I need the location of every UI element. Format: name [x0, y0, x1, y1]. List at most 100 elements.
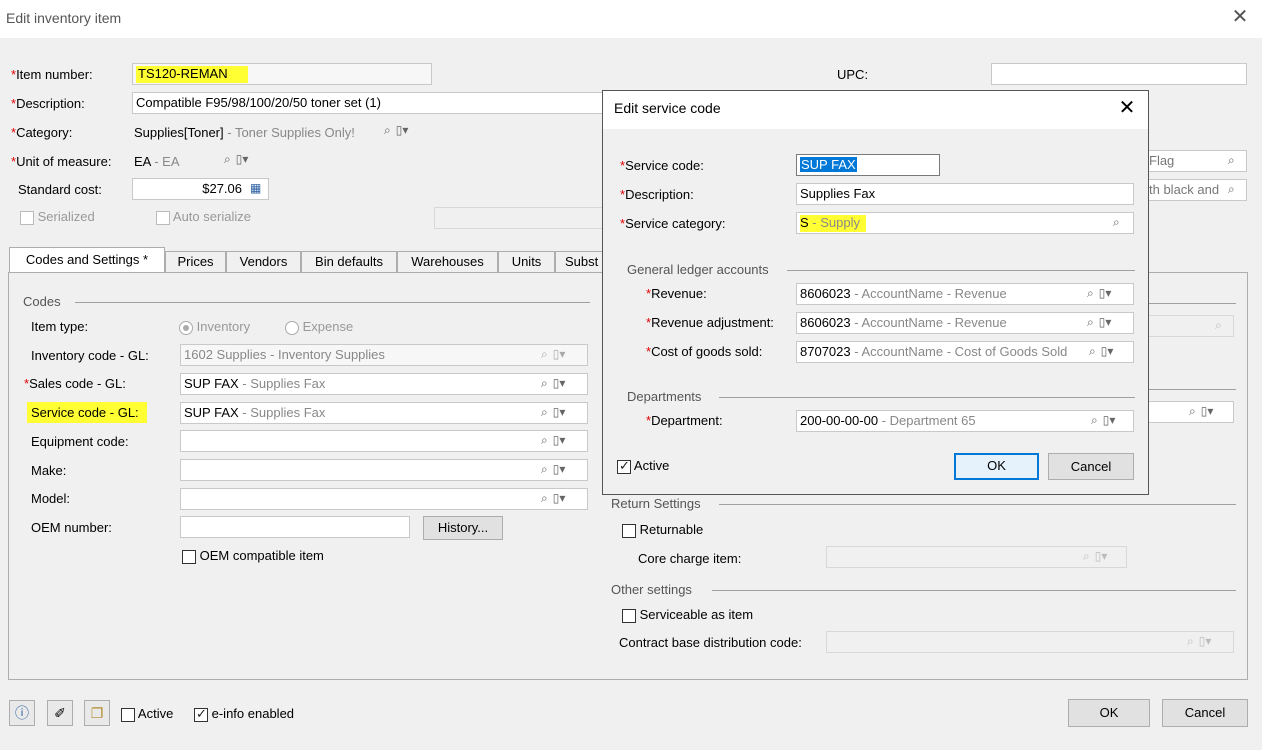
dialog-cancel-button[interactable]: Cancel [1048, 453, 1134, 480]
model-field[interactable]: ⌕ ▯▾ [180, 488, 588, 510]
search-icon[interactable]: ⌕ [541, 491, 548, 506]
core-charge-label: Core charge item: [638, 551, 742, 566]
revenue-input[interactable]: 8606023 - AccountName - Revenue ⌕ ▯▾ [796, 283, 1134, 305]
group-divider [787, 270, 1135, 271]
department-input[interactable]: 200-00-00-00 - Department 65 ⌕ ▯▾ [796, 410, 1134, 432]
item-number-label: *Item number: [11, 67, 93, 82]
search-icon[interactable]: ⌕ [1087, 315, 1094, 330]
search-icon[interactable]: ⌕ [541, 462, 548, 477]
oem-number-label: OEM number: [31, 520, 112, 535]
tab-vendors[interactable]: Vendors [226, 251, 301, 273]
make-field[interactable]: ⌕ ▯▾ [180, 459, 588, 481]
serviceable-checkbox[interactable]: Serviceable as item [622, 607, 753, 623]
codes-group-title: Codes [23, 294, 61, 309]
oem-compatible-checkbox[interactable]: OEM compatible item [182, 548, 324, 564]
auto-serialize-checkbox[interactable]: Auto serialize [156, 209, 251, 225]
department-label: *Department: [646, 413, 723, 428]
search-icon[interactable]: ⌕ [541, 405, 548, 420]
standard-cost-field[interactable]: $27.06 [132, 178, 269, 200]
tab-codes-settings[interactable]: Codes and Settings * [9, 247, 165, 273]
dialog-active-checkbox[interactable]: Active [617, 458, 669, 474]
notes-icon[interactable]: ❐ [84, 700, 110, 726]
search-icon[interactable]: ⌕ [1091, 413, 1098, 428]
group-divider [1148, 389, 1236, 390]
ok-button[interactable]: OK [1068, 699, 1150, 727]
item-number-field[interactable]: TS120-REMAN [132, 63, 432, 85]
disabled-field [434, 207, 604, 229]
flag-dropdown-icon[interactable]: ▯▾ [1101, 344, 1114, 359]
close-icon[interactable]: ✕ [1229, 6, 1251, 28]
oem-number-field[interactable] [180, 516, 410, 538]
search-icon[interactable]: ⌕ [1228, 153, 1235, 168]
search-icon[interactable]: ⌕ [1228, 182, 1235, 197]
description-field[interactable]: Compatible F95/98/100/20/50 toner set (1… [132, 92, 607, 114]
search-icon[interactable]: ⌕ [1087, 286, 1094, 301]
cancel-button[interactable]: Cancel [1162, 699, 1248, 727]
tab-warehouses[interactable]: Warehouses [397, 251, 498, 273]
flag-dropdown-icon[interactable]: ▯▾ [553, 405, 566, 420]
search-icon[interactable]: ⌕ [1089, 344, 1096, 359]
flag-dropdown-icon[interactable]: ▯▾ [553, 433, 566, 448]
tab-units[interactable]: Units [498, 251, 555, 273]
contract-base-label: Contract base distribution code: [619, 635, 802, 650]
cogs-input[interactable]: 8707023 - AccountName - Cost of Goods So… [796, 341, 1134, 363]
flag-dropdown-icon[interactable]: ▯▾ [236, 152, 249, 167]
revenue-label: *Revenue: [646, 286, 707, 301]
close-icon[interactable]: ✕ [1116, 97, 1138, 119]
service-code-input[interactable]: SUP FAX [796, 154, 940, 176]
revenue-adjustment-input[interactable]: 8606023 - AccountName - Revenue ⌕ ▯▾ [796, 312, 1134, 334]
tab-substitutes[interactable]: Subst [555, 251, 607, 273]
item-type-label: Item type: [31, 319, 89, 334]
returnable-checkbox[interactable]: Returnable [622, 522, 703, 538]
service-code-field[interactable]: SUP FAX - Supplies Fax ⌕ ▯▾ [180, 402, 588, 424]
search-icon[interactable]: ⌕ [384, 123, 391, 138]
right-field-1[interactable]: Flag ⌕ [1145, 150, 1247, 172]
search-icon[interactable]: ⌕ [1113, 215, 1120, 230]
flag-dropdown-icon[interactable]: ▯▾ [553, 376, 566, 391]
upc-field[interactable] [991, 63, 1247, 85]
serialized-checkbox[interactable]: Serialized [20, 209, 95, 225]
dialog-ok-button[interactable]: OK [954, 453, 1039, 480]
flag-dropdown-icon[interactable]: ▯▾ [1103, 413, 1116, 428]
sales-code-label: *Sales code - GL: [24, 376, 126, 391]
category-field[interactable]: Supplies[Toner] - Toner Supplies Only! ⌕… [134, 123, 434, 145]
flag-dropdown-icon[interactable]: ▯▾ [396, 123, 409, 138]
flag-dropdown-icon[interactable]: ▯▾ [553, 491, 566, 506]
flag-dropdown-icon[interactable]: ▯▾ [1201, 404, 1214, 419]
calculator-icon[interactable]: ▦ [250, 181, 261, 195]
return-settings-title: Return Settings [611, 496, 701, 511]
radio-inventory[interactable]: Inventory [179, 319, 250, 335]
make-label: Make: [31, 463, 67, 478]
group-divider [712, 590, 1236, 591]
upc-label: UPC: [837, 67, 869, 82]
tab-prices[interactable]: Prices [165, 251, 226, 273]
flag-dropdown-icon[interactable]: ▯▾ [1099, 286, 1112, 301]
einfo-checkbox[interactable]: e-info enabled [194, 706, 294, 722]
search-icon[interactable]: ⌕ [541, 376, 548, 391]
hidden-field[interactable]: ⌕ ▯▾ [1148, 401, 1234, 423]
history-button[interactable]: History... [423, 516, 503, 540]
right-field-2[interactable]: th black and ⌕ [1145, 179, 1247, 201]
group-divider [719, 504, 1236, 505]
uom-field[interactable]: EA - EA ⌕ ▯▾ [134, 152, 274, 174]
description-input[interactable]: Supplies Fax [796, 183, 1134, 205]
tab-bin-defaults[interactable]: Bin defaults [301, 251, 397, 273]
search-icon[interactable]: ⌕ [1189, 404, 1196, 419]
departments-group-title: Departments [627, 389, 702, 404]
standard-cost-label: Standard cost: [18, 182, 102, 197]
service-category-input[interactable]: S - Supply ⌕ [796, 212, 1134, 234]
paperclip-icon[interactable]: ✐ [47, 700, 73, 726]
gl-group-title: General ledger accounts [627, 262, 769, 277]
flag-dropdown-icon[interactable]: ▯▾ [553, 462, 566, 477]
search-icon: ⌕ [1187, 634, 1194, 648]
search-icon[interactable]: ⌕ [541, 433, 548, 448]
active-checkbox[interactable]: Active [121, 706, 173, 722]
inventory-code-field[interactable]: 1602 Supplies - Inventory Supplies ⌕ ▯▾ [180, 344, 588, 366]
equipment-code-field[interactable]: ⌕ ▯▾ [180, 430, 588, 452]
search-icon[interactable]: ⌕ [224, 152, 231, 167]
info-icon[interactable]: ⓘ [9, 700, 35, 726]
sales-code-field[interactable]: SUP FAX - Supplies Fax ⌕ ▯▾ [180, 373, 588, 395]
flag-dropdown-icon[interactable]: ▯▾ [1099, 315, 1112, 330]
search-icon: ⌕ [1215, 318, 1222, 332]
radio-expense[interactable]: Expense [285, 319, 353, 335]
